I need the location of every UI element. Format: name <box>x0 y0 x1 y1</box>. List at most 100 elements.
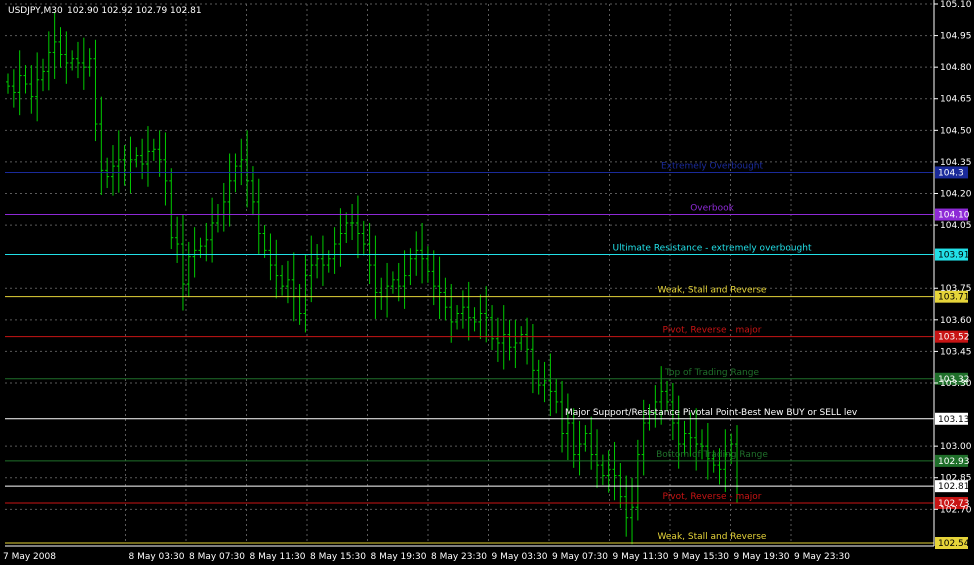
candle-bar <box>425 246 430 283</box>
x-tick-label: 9 May 03:30 <box>492 552 548 562</box>
candle-bar <box>420 222 425 284</box>
candle-bar <box>513 319 518 369</box>
candle-bar <box>385 262 390 318</box>
candle-bar <box>151 138 156 161</box>
candle-bar <box>81 37 86 90</box>
candle-bar <box>140 138 145 180</box>
candle-bar <box>373 235 378 319</box>
y-tick-label: 103.30 <box>940 379 972 389</box>
candle-bar <box>157 130 162 177</box>
candle-bar <box>455 305 460 330</box>
candle-bar <box>542 361 547 403</box>
candle-bar <box>326 250 331 273</box>
candle-bar <box>484 286 489 343</box>
candle-bar <box>87 48 92 77</box>
candle-bar <box>560 380 565 453</box>
level-label: Weak, Stall and Reverse <box>658 532 767 542</box>
x-tick-label: 9 May 15:30 <box>673 552 729 562</box>
candle-bar <box>344 212 349 243</box>
candle-bar <box>163 132 168 206</box>
x-tick-label: 9 May 07:30 <box>552 552 608 562</box>
candle-bar <box>525 317 530 365</box>
level-label: Weak, Stall and Reverse <box>658 286 767 296</box>
y-tick-label: 104.20 <box>940 189 972 199</box>
x-tick-label: 8 May 19:30 <box>371 552 427 562</box>
y-tick-label: 103.75 <box>940 284 972 294</box>
chart-canvas[interactable]: Extremely Overbought 104.3 Overbook 104.10 U… <box>0 0 974 565</box>
candle-bar <box>408 248 413 286</box>
candle-bar <box>64 31 69 84</box>
level-label: Major Support/Resistance Pivotal Point-B… <box>565 408 858 418</box>
candle-bar <box>554 378 559 414</box>
candle-bar <box>169 168 174 250</box>
level-label: Ultimate Resistance - extremely overboug… <box>613 244 812 254</box>
y-tick-label: 103.45 <box>940 347 972 357</box>
x-tick-label: 9 May 23:30 <box>794 552 850 562</box>
y-tick-label: 103.00 <box>940 442 972 452</box>
candle-bar <box>507 319 512 361</box>
candle-bar <box>227 153 232 227</box>
candle-bar <box>390 271 395 294</box>
candle-bar <box>280 265 285 296</box>
candle-bar <box>460 290 465 329</box>
y-tick-label: 104.95 <box>940 32 972 42</box>
candle-bar <box>180 214 185 311</box>
candle-bar <box>93 39 98 142</box>
x-tick-label: 8 May 11:30 <box>250 552 306 562</box>
candle-bar <box>478 294 483 339</box>
level-label: Top of Trading Range <box>664 368 759 378</box>
candle-bar <box>35 52 40 122</box>
candle-bar <box>396 262 401 302</box>
candle-bar <box>332 227 337 274</box>
candle-bar <box>472 307 477 332</box>
candle-bar <box>361 220 366 256</box>
candle-bar <box>29 65 34 114</box>
grid-lines <box>5 3 934 543</box>
candle-bar <box>23 65 28 94</box>
candle-bar <box>192 227 197 278</box>
candle-bar <box>250 166 255 216</box>
candle-bar <box>320 235 325 286</box>
level-price-tag-text: 102.93 <box>938 457 970 467</box>
candle-bar <box>110 145 115 196</box>
candle-bar <box>350 204 355 241</box>
candle-bar <box>490 305 495 351</box>
candle-bar <box>466 281 471 341</box>
candle-bar <box>402 250 407 309</box>
candle-bar <box>75 41 80 79</box>
candle-bar <box>624 475 629 537</box>
candle-bar <box>175 216 180 263</box>
price-chart[interactable]: Extremely Overbought 104.3 Overbook 104.10 U… <box>0 0 974 565</box>
level-label: Bottom of Trading Range <box>656 450 768 460</box>
candle-bar <box>134 147 139 168</box>
y-tick-label: 104.80 <box>940 63 972 73</box>
level-price-tag-text: 103.13 <box>938 415 970 425</box>
candle-bar <box>595 429 600 488</box>
candle-bar <box>17 50 22 116</box>
candle-bar <box>245 130 250 208</box>
candle-bar <box>215 204 220 233</box>
candle-bar <box>443 277 448 321</box>
candle-bar <box>600 454 605 486</box>
candle-bar <box>589 416 594 470</box>
level-price-tag-text: 103.91 <box>938 251 970 261</box>
candle-bar <box>501 305 506 370</box>
candle-bar <box>46 31 51 91</box>
candle-bar <box>618 462 623 509</box>
candle-bar <box>583 425 588 452</box>
level-price-tag-text: 104.10 <box>938 211 970 221</box>
x-tick-label: 8 May 07:30 <box>189 552 245 562</box>
candle-bar <box>565 393 570 461</box>
x-tick-label: 8 May 23:30 <box>431 552 487 562</box>
symbol-label: USDJPY,M30 <box>8 6 63 16</box>
candle-bar <box>291 252 296 322</box>
candle-bar <box>268 233 273 281</box>
candle-bar <box>6 73 10 94</box>
candle-bar <box>204 222 209 262</box>
candle-bar <box>186 241 191 298</box>
candle-bar <box>274 239 279 299</box>
level-label: Overbook <box>690 204 734 214</box>
level-lines: Extremely Overbought 104.3 Overbook 104.10 U… <box>5 161 970 549</box>
candle-bar <box>414 231 419 276</box>
candle-bar <box>297 284 302 325</box>
